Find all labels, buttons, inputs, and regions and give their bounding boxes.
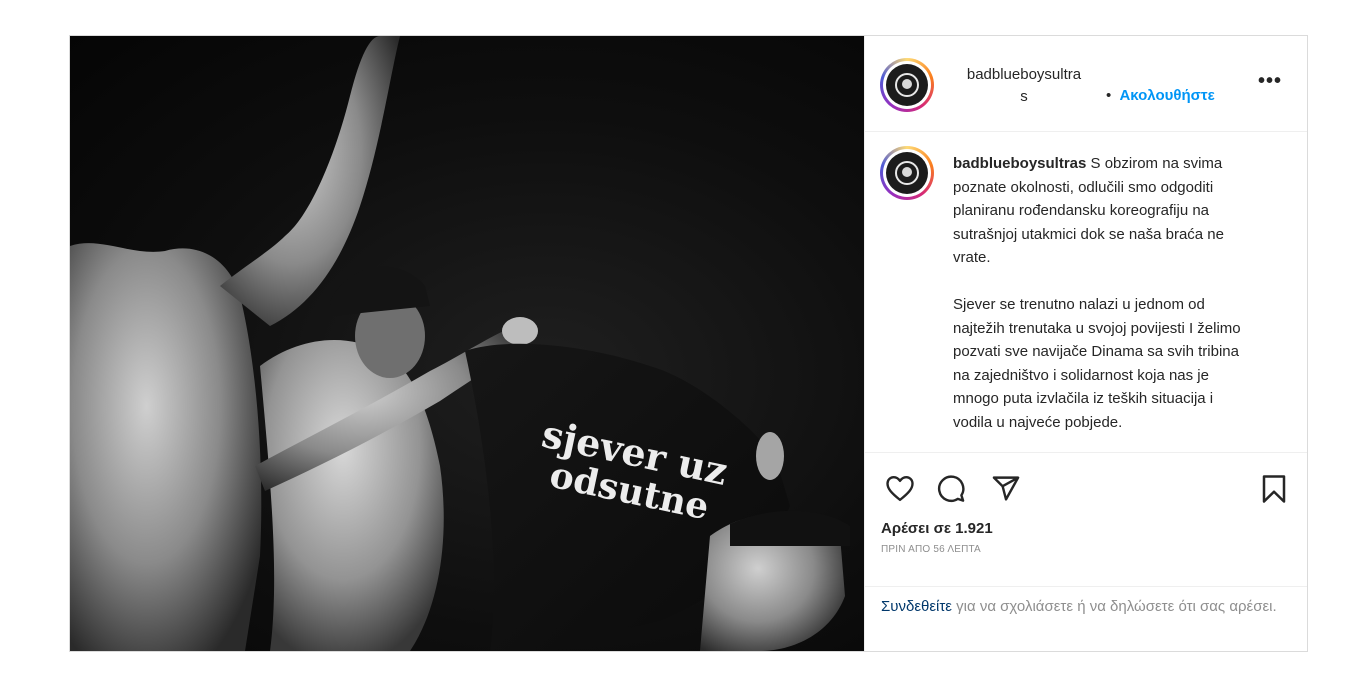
bookmark-icon[interactable] bbox=[1261, 474, 1287, 504]
likes-section: Αρέσει σε 1.921 ΠΡΙΝ ΑΠΟ 56 ΛΕΠΤΑ bbox=[865, 520, 1307, 587]
club-logo-icon bbox=[886, 152, 928, 194]
more-options-icon[interactable]: ••• bbox=[1258, 71, 1282, 91]
crowd-photo: sjever uz odsutne bbox=[70, 36, 850, 651]
caption-area: badblueboysultras S obzirom na svima poz… bbox=[865, 132, 1307, 453]
login-link[interactable]: Συνδεθείτε bbox=[881, 598, 952, 615]
likes-count[interactable]: Αρέσει σε 1.921 bbox=[881, 520, 993, 537]
post-timestamp[interactable]: ΠΡΙΝ ΑΠΟ 56 ΛΕΠΤΑ bbox=[881, 544, 981, 555]
post-header: badblueboysultra s • Ακολουθήστε ••• bbox=[865, 36, 1307, 132]
comment-icon[interactable] bbox=[936, 474, 966, 503]
login-prompt-text: για να σχολιάσετε ή να δηλώσετε ότι σας … bbox=[952, 598, 1277, 615]
post-image[interactable]: sjever uz odsutne bbox=[70, 36, 864, 651]
club-logo-icon bbox=[886, 64, 928, 106]
login-prompt: Συνδεθείτε για να σχολιάσετε ή να δηλώσε… bbox=[865, 587, 1307, 651]
avatar[interactable] bbox=[880, 58, 934, 112]
separator-dot: • bbox=[1106, 87, 1112, 104]
action-bar bbox=[865, 453, 1307, 525]
post-sidebar: badblueboysultra s • Ακολουθήστε ••• bad… bbox=[864, 36, 1307, 651]
post-card: sjever uz odsutne badblueboysultra s • Α… bbox=[69, 35, 1308, 652]
caption-paragraph-2: Sjever se trenutno nalazi u jednom od na… bbox=[953, 295, 1241, 431]
caption-text: badblueboysultras S obzirom na svima poz… bbox=[953, 152, 1243, 452]
author-username[interactable]: badblueboysultra s bbox=[949, 64, 1099, 108]
caption-username[interactable]: badblueboysultras bbox=[953, 155, 1086, 172]
caption-avatar[interactable] bbox=[880, 146, 934, 200]
follow-group: • Ακολουθήστε bbox=[1106, 85, 1215, 107]
heart-icon[interactable] bbox=[885, 474, 915, 502]
follow-button[interactable]: Ακολουθήστε bbox=[1119, 87, 1214, 104]
send-icon[interactable] bbox=[991, 474, 1021, 503]
